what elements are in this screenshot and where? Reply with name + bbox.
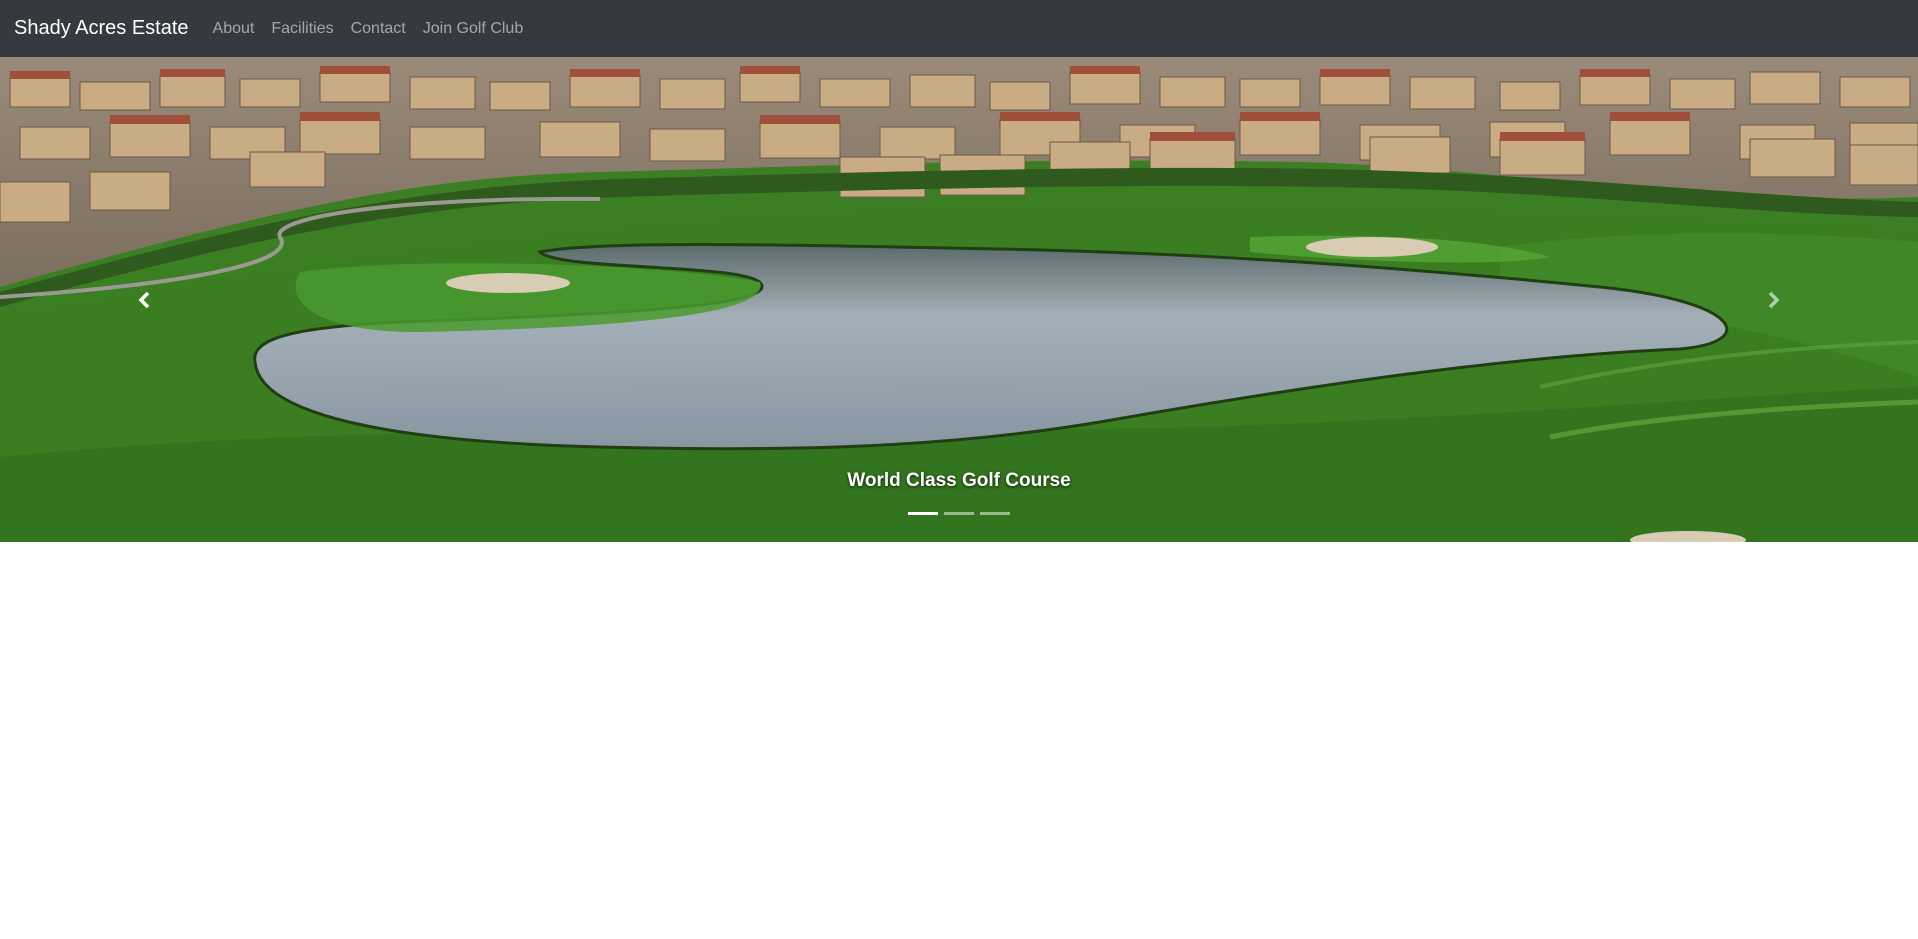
chevron-left-icon (138, 291, 150, 308)
carousel-indicator-1[interactable] (908, 512, 938, 515)
nav-link-facilities[interactable]: Facilities (271, 20, 333, 38)
carousel-indicator-3[interactable] (980, 512, 1010, 515)
nav-link-join-golf-club[interactable]: Join Golf Club (423, 20, 524, 38)
carousel-caption: World Class Golf Course (847, 470, 1071, 491)
nav-link-contact[interactable]: Contact (351, 20, 406, 38)
navbar: Shady Acres Estate About Facilities Cont… (0, 0, 1918, 57)
nav-links: About Facilities Contact Join Golf Club (213, 20, 541, 38)
brand-link[interactable]: Shady Acres Estate (14, 17, 189, 40)
carousel-indicators (0, 512, 1918, 515)
hero-carousel: World Class Golf Course (0, 57, 1918, 542)
carousel-indicator-2[interactable] (944, 512, 974, 515)
chevron-right-icon (1768, 291, 1780, 308)
nav-link-about[interactable]: About (213, 20, 255, 38)
